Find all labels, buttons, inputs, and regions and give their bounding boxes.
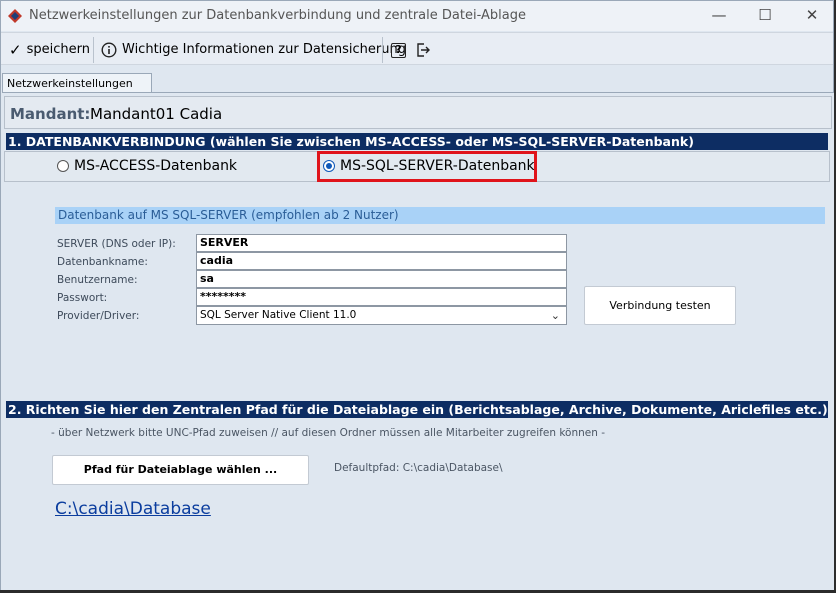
- settings-panel: Mandant: Mandant01 Cadia 1. DATENBANKVER…: [2, 92, 834, 592]
- app-icon: [8, 9, 22, 23]
- info-label: Wichtige Informationen zur Datensicherun…: [122, 42, 406, 57]
- info-icon: [101, 42, 117, 58]
- tab-netzwerkeinstellungen[interactable]: Netzwerkeinstellungen: [2, 73, 152, 94]
- choose-path-button[interactable]: Pfad für Dateiablage wählen ...: [52, 455, 309, 485]
- maximize-button[interactable]: ☐: [750, 5, 780, 25]
- toolbar: ✓ speichern Wichtige Informationen zur D…: [1, 32, 833, 65]
- help-icon: ?: [391, 42, 406, 58]
- close-button[interactable]: ✕: [797, 5, 827, 25]
- settings-window: Netzwerkeinstellungen zur Datenbankverbi…: [0, 0, 834, 593]
- window-title: Netzwerkeinstellungen zur Datenbankverbi…: [29, 8, 526, 23]
- storage-path-link[interactable]: C:\cadia\Database: [55, 499, 211, 519]
- toolbar-separator: [93, 37, 94, 63]
- test-connection-button[interactable]: Verbindung testen: [584, 286, 736, 325]
- server-input[interactable]: SERVER: [196, 234, 567, 252]
- tab-bar: Netzwerkeinstellungen: [1, 73, 833, 94]
- provider-select[interactable]: SQL Server Native Client 11.0 ⌄: [196, 306, 567, 325]
- password-label: Passwort:: [57, 292, 108, 304]
- mandant-bar: Mandant: Mandant01 Cadia: [4, 96, 832, 129]
- section-1-header: 1. DATENBANKVERBINDUNG (wählen Sie zwisc…: [6, 133, 828, 150]
- chevron-down-icon: ⌄: [550, 309, 560, 322]
- minimize-button[interactable]: —: [704, 5, 734, 25]
- mandant-label: Mandant:: [10, 105, 91, 123]
- exit-button[interactable]: [415, 39, 431, 61]
- username-input[interactable]: sa: [196, 270, 567, 288]
- checkmark-icon: ✓: [9, 41, 22, 59]
- provider-label: Provider/Driver:: [57, 310, 140, 322]
- radio-ms-access[interactable]: MS-ACCESS-Datenbank: [57, 158, 237, 174]
- username-label: Benutzername:: [57, 274, 138, 286]
- exit-icon: [417, 43, 430, 57]
- radio-ms-access-label: MS-ACCESS-Datenbank: [74, 158, 238, 174]
- title-bar: Netzwerkeinstellungen zur Datenbankverbi…: [1, 1, 833, 31]
- toolbar-separator: [382, 37, 383, 63]
- default-path-text: Defaultpfad: C:\cadia\Database\: [334, 462, 503, 474]
- unc-path-hint: - über Netzwerk bitte UNC-Pfad zuweisen …: [51, 427, 605, 439]
- password-input[interactable]: ********: [196, 288, 567, 306]
- selection-highlight-box: [317, 151, 537, 182]
- help-button[interactable]: ?: [391, 39, 406, 61]
- save-button[interactable]: ✓ speichern: [9, 39, 90, 61]
- database-name-label: Datenbankname:: [57, 256, 148, 268]
- sql-server-header: Datenbank auf MS SQL-SERVER (empfohlen a…: [55, 207, 825, 224]
- database-name-input[interactable]: cadia: [196, 252, 567, 270]
- section-2-header: 2. Richten Sie hier den Zentralen Pfad f…: [6, 401, 828, 418]
- server-label: SERVER (DNS oder IP):: [57, 238, 176, 250]
- mandant-value: Mandant01 Cadia: [90, 105, 223, 123]
- save-label: speichern: [26, 42, 90, 57]
- radio-unchecked-icon: [57, 160, 69, 172]
- info-button[interactable]: Wichtige Informationen zur Datensicherun…: [101, 39, 406, 61]
- provider-value: SQL Server Native Client 11.0: [200, 309, 357, 321]
